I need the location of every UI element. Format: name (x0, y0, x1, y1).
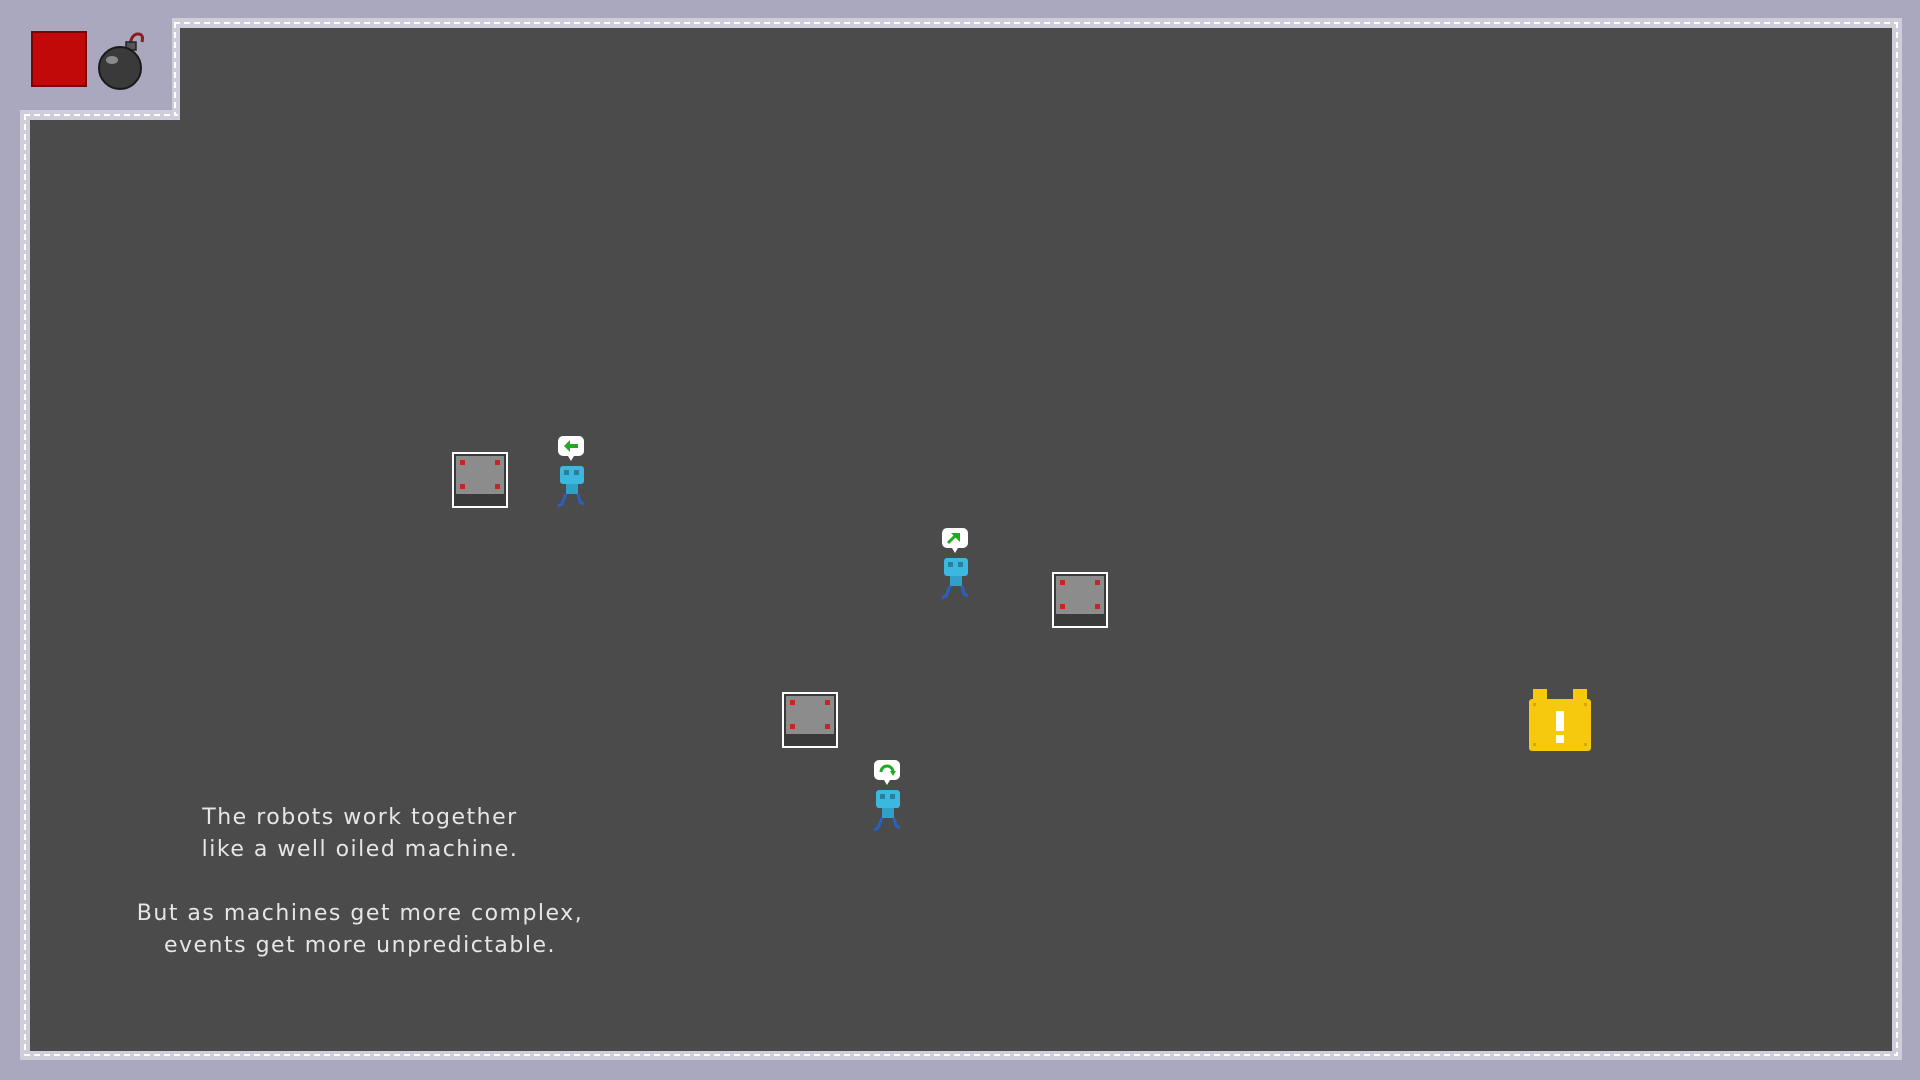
crate (452, 452, 508, 508)
crate-bolt (460, 484, 465, 489)
crate-bolt (790, 700, 795, 705)
game-stage: The robots work together like a well oil… (0, 0, 1920, 1080)
story-line: But as machines get more complex, (136, 901, 584, 926)
crate-bolt (495, 460, 500, 465)
exclamation-lock-icon[interactable] (1529, 689, 1591, 751)
story-spacer (110, 866, 610, 898)
bomb-icon[interactable] (94, 28, 150, 92)
crate-bolt (495, 484, 500, 489)
story-line: events get more unpredictable. (163, 933, 557, 958)
story-text: The robots work together like a well oil… (110, 802, 610, 962)
crate-bolt (1095, 604, 1100, 609)
crate-bolt (825, 700, 830, 705)
crate-bolt (825, 724, 830, 729)
crate-bolt (1060, 604, 1065, 609)
crate-bolt (790, 724, 795, 729)
crate-bolt (1060, 580, 1065, 585)
robot[interactable] (554, 434, 590, 514)
speech-bubble (942, 528, 968, 553)
crate (782, 692, 838, 748)
story-line: The robots work together (202, 805, 518, 830)
robot[interactable] (938, 526, 974, 606)
robot[interactable] (870, 758, 906, 838)
crate-bolt (460, 460, 465, 465)
speech-bubble (874, 760, 900, 785)
speech-bubble (558, 436, 584, 461)
story-line: like a well oiled machine. (201, 837, 519, 862)
crate (1052, 572, 1108, 628)
arena-floor-top (180, 28, 1892, 128)
crate-bolt (1095, 580, 1100, 585)
red-square-icon[interactable] (31, 31, 87, 87)
